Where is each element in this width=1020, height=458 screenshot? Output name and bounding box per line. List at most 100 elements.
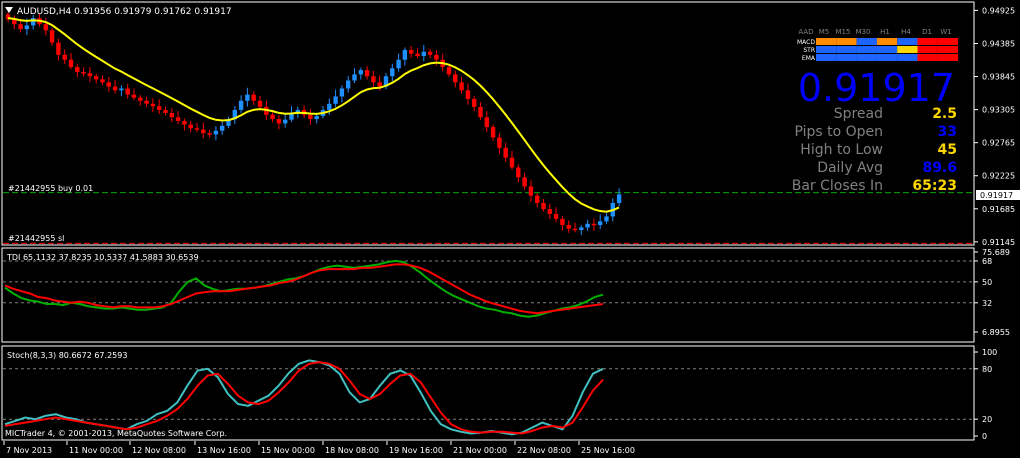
candle-body <box>459 82 464 91</box>
stat-label: Daily Avg <box>817 160 883 176</box>
candle-body <box>257 100 263 107</box>
candle-body <box>497 137 502 148</box>
signal-cell <box>897 54 918 61</box>
candle-body <box>346 80 351 89</box>
current-price-display: 0.91917 <box>798 66 955 110</box>
candle-body <box>402 49 408 60</box>
candle-body <box>358 70 363 75</box>
candle-body <box>188 124 193 129</box>
timeframe-label: M15 <box>836 28 851 36</box>
candle-body <box>396 59 401 69</box>
candle-body <box>591 223 597 226</box>
signal-cell <box>917 54 938 61</box>
candle-body <box>560 218 565 226</box>
candle-body <box>472 98 477 107</box>
candle-body <box>175 117 181 121</box>
candle-body <box>579 227 584 230</box>
stat-label: Spread <box>834 106 883 122</box>
candle-body <box>182 120 187 125</box>
candle-body <box>528 186 534 196</box>
timeframe-label: H1 <box>880 28 890 36</box>
candle-body <box>283 119 288 124</box>
candle-body <box>585 223 590 228</box>
candle-body <box>547 209 552 214</box>
candle-body <box>516 167 521 178</box>
candle-body <box>100 79 105 83</box>
candle-body <box>62 54 67 60</box>
copyright-text: MICTrader 4, © 2001-2013, MetaQuotes Sof… <box>5 429 227 438</box>
tdi-label: TDI 65.1132 37.8235 10.5337 41.5883 30.6… <box>6 253 199 262</box>
price-tick-label: 0.94385 <box>982 39 1015 48</box>
axis-tick-label: 80 <box>982 365 992 374</box>
candle-body <box>339 88 345 97</box>
time-tick-label: 22 Nov 08:00 <box>517 446 571 455</box>
candle-body <box>276 119 282 124</box>
signal-cell <box>856 38 877 45</box>
price-tick-label: 0.93305 <box>982 106 1015 115</box>
axis-tick-label: 100 <box>982 348 997 357</box>
timeframe-label: AAD <box>798 28 813 36</box>
axis-tick-label: 6.8955 <box>982 328 1010 337</box>
candle-body <box>541 202 546 210</box>
candle-body <box>465 90 471 99</box>
axis-tick-label: 20 <box>982 415 992 424</box>
candle-body <box>409 49 414 54</box>
candle-body <box>18 24 23 30</box>
stat-value: 89.6 <box>922 160 957 176</box>
candle-body <box>314 116 319 120</box>
candle-body <box>43 24 48 31</box>
signal-cell <box>937 54 959 61</box>
candle-body <box>31 18 36 26</box>
signal-cell <box>917 46 938 53</box>
candle-body <box>566 225 571 229</box>
stoploss-label: #21442955 sl <box>8 234 64 243</box>
candle-body <box>270 114 275 120</box>
price-tick-label: 0.92225 <box>982 172 1015 181</box>
stoch-label: Stoch(8,3,3) 80.6672 67.2593 <box>7 351 127 360</box>
candle-body <box>238 100 244 110</box>
time-tick-label: 25 Nov 16:00 <box>581 446 635 455</box>
signal-cell <box>836 54 857 61</box>
timeframe-label: W1 <box>940 28 951 36</box>
signal-cell <box>876 46 898 53</box>
signal-cell <box>917 38 938 45</box>
trading-chart[interactable]: AUDUSD,H4 0.91956 0.91979 0.91762 0.9191… <box>0 0 1020 458</box>
candle-body <box>572 228 578 231</box>
signal-cell <box>816 46 837 53</box>
candle-body <box>553 214 559 219</box>
time-tick-label: 18 Nov 08:00 <box>325 446 379 455</box>
price-tick-label: 0.93845 <box>982 73 1015 82</box>
timeframe-label: M5 <box>819 28 830 36</box>
stat-label: High to Low <box>800 142 883 158</box>
stat-label: Bar Closes In <box>792 178 883 194</box>
candle-body <box>503 147 508 158</box>
time-tick-label: 12 Nov 08:00 <box>132 446 186 455</box>
signal-cell <box>836 38 857 45</box>
candle-body <box>49 30 55 43</box>
candle-body <box>194 128 200 130</box>
candle-body <box>163 109 168 113</box>
candle-body <box>56 42 61 55</box>
candle-body <box>125 88 130 95</box>
candle-body <box>453 74 458 83</box>
signal-cell <box>897 46 918 53</box>
candle-body <box>81 71 86 74</box>
candle-body <box>535 195 540 203</box>
candle-body <box>106 82 111 87</box>
buy-order-label: #21442955 buy 0.01 <box>8 184 93 193</box>
price-tick-label: 0.92765 <box>982 139 1015 148</box>
candle-body <box>371 76 376 83</box>
candle-body <box>377 82 382 87</box>
candle-body <box>598 221 603 226</box>
candle-body <box>415 53 420 57</box>
candle-body <box>434 54 439 60</box>
candle-body <box>616 194 622 203</box>
signal-row-label: MACD <box>797 39 815 46</box>
signal-cell <box>937 46 959 53</box>
stat-value: 45 <box>938 142 957 158</box>
time-tick-label: 13 Nov 16:00 <box>197 446 251 455</box>
price-tick-label: 0.94925 <box>982 6 1015 15</box>
time-tick-label: 11 Nov 00:00 <box>69 446 123 455</box>
candle-body <box>138 97 143 101</box>
signal-cell <box>856 54 877 61</box>
